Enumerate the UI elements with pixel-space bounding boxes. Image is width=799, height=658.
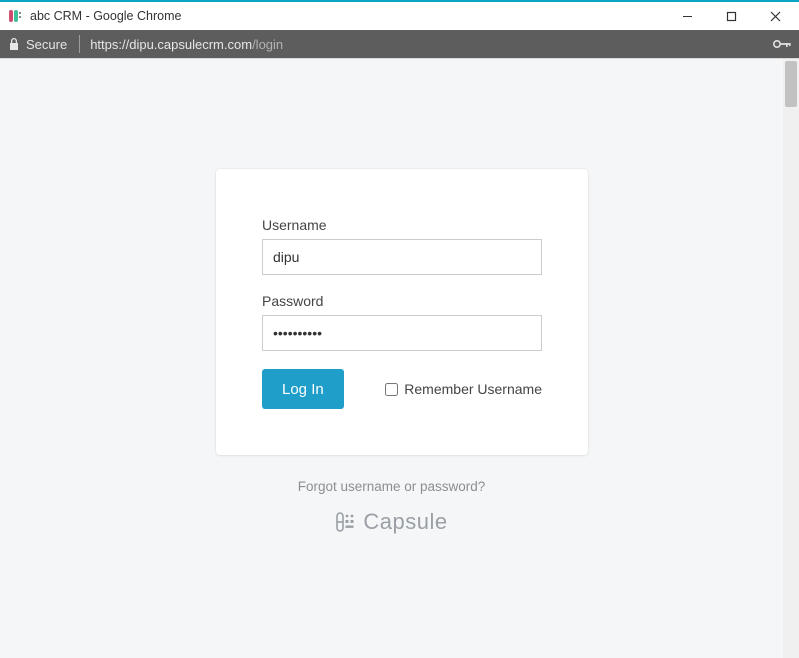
brand-logo: Capsule <box>0 509 783 535</box>
login-card: Username Password Log In Remember Userna… <box>216 169 588 455</box>
forgot-link[interactable]: Forgot username or password? <box>0 479 783 494</box>
brand-text: Capsule <box>363 509 447 535</box>
scrollbar[interactable] <box>783 59 799 658</box>
window-titlebar: abc CRM - Google Chrome <box>0 2 799 30</box>
secure-label: Secure <box>26 37 67 52</box>
login-button[interactable]: Log In <box>262 369 344 409</box>
password-label: Password <box>262 293 542 309</box>
window-close-button[interactable] <box>753 2 797 30</box>
address-bar[interactable]: Secure https://dipu.capsulecrm.com/login <box>0 30 799 58</box>
window-minimize-button[interactable] <box>665 2 709 30</box>
url-host: https://dipu.capsulecrm.com <box>90 37 252 52</box>
username-label: Username <box>262 217 542 233</box>
window-maximize-button[interactable] <box>709 2 753 30</box>
window-title: abc CRM - Google Chrome <box>30 9 181 23</box>
password-input[interactable] <box>262 315 542 351</box>
key-icon[interactable] <box>773 38 791 50</box>
app-icon <box>8 8 24 24</box>
capsule-icon <box>335 511 357 533</box>
page-content: Username Password Log In Remember Userna… <box>0 58 799 658</box>
remember-label: Remember Username <box>404 381 542 397</box>
username-input[interactable] <box>262 239 542 275</box>
scrollbar-thumb[interactable] <box>785 61 797 107</box>
remember-checkbox[interactable] <box>385 383 398 396</box>
lock-icon <box>8 37 20 51</box>
url-path: /login <box>252 37 283 52</box>
url-text: https://dipu.capsulecrm.com/login <box>90 37 283 52</box>
remember-username[interactable]: Remember Username <box>385 381 542 397</box>
divider <box>79 35 80 53</box>
